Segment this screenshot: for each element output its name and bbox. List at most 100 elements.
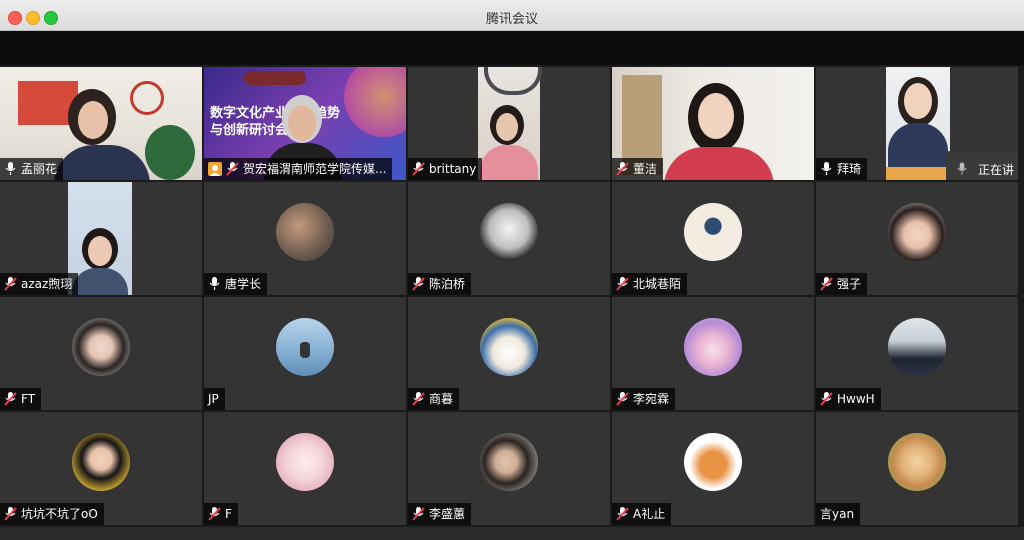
participant-name-label: 李盛蕙 [408,503,472,525]
participant-avatar [888,433,946,491]
host-icon [208,162,222,176]
participant-name: 董洁 [633,162,658,176]
participant-name-label: A礼止 [612,503,672,525]
participant-name: HwwH [837,392,875,406]
participant-name-label: 拜琦 [816,158,868,180]
meeting-bottom-bar [0,527,1024,540]
participant-name: 孟丽花 [21,162,58,176]
participant-name-label: 董洁 [612,158,664,180]
participant-tile[interactable]: 强子 [816,182,1018,295]
participant-name-label: HwwH [816,388,881,410]
participant-tile[interactable]: 董洁 [612,67,814,180]
participant-tile[interactable]: A礼止 [612,412,814,525]
participant-name: A礼止 [633,507,666,521]
microphone-muted-icon [412,277,425,291]
microphone-muted-icon [616,277,629,291]
participant-name-label: 坑坑不坑了oO [0,503,104,525]
window-title: 腾讯会议 [485,12,538,27]
participant-tile[interactable]: 北城巷陌 [612,182,814,295]
participant-name: 陈泊桥 [429,277,466,291]
participant-name: 强子 [837,277,862,291]
participant-name-label: 唐学长 [204,273,268,295]
participant-tile[interactable]: 唐学长 [204,182,406,295]
microphone-icon [209,277,220,290]
speaking-indicator[interactable]: 正在讲 [946,151,1018,180]
microphone-muted-icon [616,507,629,521]
microphone-muted-icon [226,162,239,176]
microphone-icon [5,162,16,175]
participant-tile[interactable]: FT [0,297,202,410]
participant-avatar [888,318,946,376]
participant-name-label: 孟丽花 [0,158,64,180]
microphone-muted-icon [616,162,629,176]
participant-name: 贺宏福渭南师范学院传媒... [243,162,387,176]
participant-avatar [276,433,334,491]
participant-avatar [480,203,538,261]
participant-avatar [480,318,538,376]
participant-name-label: azaz煦珝 [0,273,79,295]
participant-name: 北城巷陌 [633,277,682,291]
participant-tile[interactable]: JP [204,297,406,410]
participant-tile[interactable]: 言yan [816,412,1018,525]
microphone-muted-icon [4,277,17,291]
microphone-muted-icon [616,392,629,406]
participant-tile[interactable]: F [204,412,406,525]
participant-avatar [276,318,334,376]
participant-avatar [480,433,538,491]
participant-name: FT [21,392,36,406]
participant-name: azaz煦珝 [21,277,73,291]
speaking-label: 正在讲 [978,162,1015,177]
participant-name: 言yan [820,507,855,521]
meeting-top-bar [0,31,1024,65]
participant-name: 商暮 [429,392,454,406]
microphone-muted-icon [4,507,17,521]
participant-tile[interactable]: 坑坑不坑了oO [0,412,202,525]
participant-name: 坑坑不坑了oO [21,507,98,521]
participant-tile[interactable]: HwwH [816,297,1018,410]
participant-name-label: 强子 [816,273,868,295]
participant-avatar [276,203,334,261]
microphone-icon [957,162,967,175]
participant-video [886,67,950,180]
microphone-muted-icon [412,507,425,521]
participant-tile[interactable]: 陈泊桥 [408,182,610,295]
participant-tile[interactable]: 李宛霖 [612,297,814,410]
participant-name: 李盛蕙 [429,507,466,521]
participant-avatar [684,203,742,261]
participant-tile[interactable]: brittany [408,67,610,180]
participant-name-label: 商暮 [408,388,460,410]
participant-name-label: 陈泊桥 [408,273,472,295]
participant-avatar [888,203,946,261]
microphone-muted-icon [4,392,17,406]
participant-name: 拜琦 [837,162,862,176]
participant-tile[interactable]: 李盛蕙 [408,412,610,525]
participant-name-label: 贺宏福渭南师范学院传媒... [204,158,393,180]
participant-tile[interactable]: 孟丽花 [0,67,202,180]
microphone-muted-icon [208,507,221,521]
participant-name-label: JP [204,388,225,410]
participant-name: JP [208,392,219,406]
participant-avatar [72,318,130,376]
participant-name-label: 言yan [816,503,861,525]
participant-tile[interactable]: 拜琦 正在讲 [816,67,1018,180]
participant-name: brittany [429,162,477,176]
microphone-icon [821,162,832,175]
participant-name-label: brittany [408,158,483,180]
participant-avatar [684,318,742,376]
participant-tile[interactable]: azaz煦珝 [0,182,202,295]
participant-name-label: 李宛霖 [612,388,676,410]
participant-name-label: FT [0,388,42,410]
participant-name-label: 北城巷陌 [612,273,688,295]
microphone-muted-icon [412,392,425,406]
microphone-muted-icon [820,392,833,406]
participant-name: 唐学长 [225,277,262,291]
window-titlebar: 腾讯会议 [0,0,1024,31]
participant-name-label: F [204,503,238,525]
participant-tile[interactable]: 商暮 [408,297,610,410]
participant-avatar [684,433,742,491]
participant-tile[interactable]: 数字文化产业发展趋势 与创新研讨会 贺宏福渭南师范学院传媒... [204,67,406,180]
participant-avatar [72,433,130,491]
participant-name: F [225,507,232,521]
participant-video [478,67,542,180]
microphone-muted-icon [412,162,425,176]
